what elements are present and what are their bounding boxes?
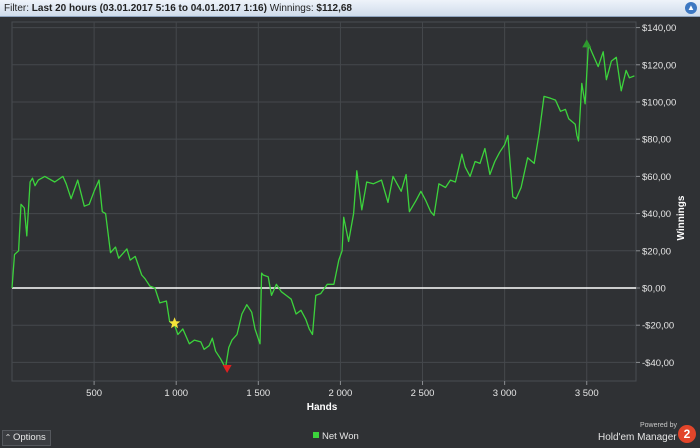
legend-swatch bbox=[313, 432, 319, 438]
chevron-up-icon: ⌃ bbox=[4, 433, 12, 442]
options-label: Options bbox=[13, 432, 46, 443]
x-tick-label: 1 500 bbox=[246, 388, 270, 399]
filter-label: Filter: bbox=[4, 3, 29, 14]
y-tick-label: $40,00 bbox=[642, 209, 671, 220]
powered-by-label: Powered by bbox=[640, 422, 677, 429]
options-button[interactable]: ⌃ Options bbox=[2, 430, 51, 446]
x-tick-label: 3 000 bbox=[493, 388, 517, 399]
y-tick-label: $0,00 bbox=[642, 283, 666, 294]
y-tick-label: $120,00 bbox=[642, 60, 676, 71]
legend: Net Won bbox=[313, 431, 359, 442]
chevron-up-icon[interactable]: ▲ bbox=[685, 2, 697, 14]
x-tick-label: 500 bbox=[86, 388, 102, 399]
y-tick-label: $140,00 bbox=[642, 23, 676, 34]
winnings-chart: $140,00 $120,00 $100,00 $80,00 $60,00 $40,00 $… bbox=[11, 21, 687, 413]
x-tick-label: 1 000 bbox=[164, 388, 188, 399]
winnings-value: $112,68 bbox=[316, 3, 352, 14]
plot-area bbox=[11, 21, 637, 382]
legend-label: Net Won bbox=[322, 431, 359, 442]
brand-logo: 2 bbox=[678, 425, 696, 443]
winnings-label: Winnings: bbox=[269, 3, 314, 14]
filter-range: Last 20 hours (03.01.2017 5:16 to 04.01.… bbox=[31, 3, 267, 14]
y-tick-label: $60,00 bbox=[642, 172, 671, 183]
x-tick-label: 3 500 bbox=[575, 388, 599, 399]
brand-name: Hold'em Manager bbox=[598, 432, 677, 443]
y-tick-label: $80,00 bbox=[642, 135, 671, 146]
filter-bar[interactable]: Filter: Last 20 hours (03.01.2017 5:16 t… bbox=[0, 0, 700, 17]
x-tick-label: 2 500 bbox=[411, 388, 435, 399]
x-tick-label: 2 000 bbox=[329, 388, 353, 399]
y-tick-label: -$20,00 bbox=[642, 321, 674, 332]
y-tick-label: $100,00 bbox=[642, 97, 676, 108]
y-tick-label: -$40,00 bbox=[642, 358, 674, 369]
y-axis-label: Winnings bbox=[676, 195, 687, 240]
x-axis-label: Hands bbox=[307, 402, 338, 413]
y-tick-label: $20,00 bbox=[642, 246, 671, 257]
